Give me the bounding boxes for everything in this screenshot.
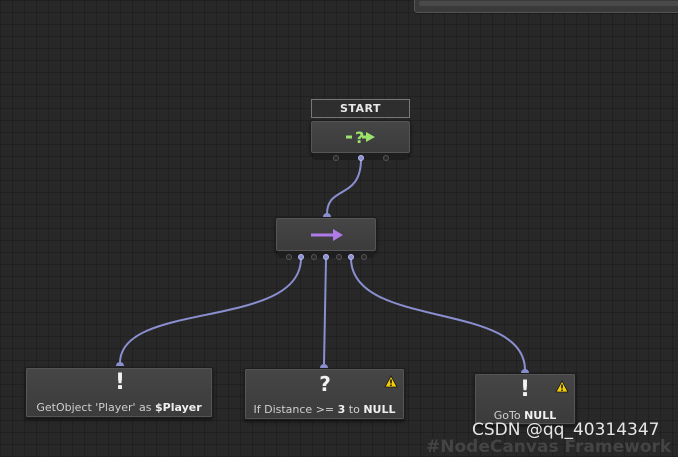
action-exclamation-icon: ! [114, 370, 126, 395]
ifdistance-condition-node[interactable]: ? If Distance >= 3 to NULL [244, 368, 405, 420]
start-label: START [311, 99, 410, 118]
wire-sequencer-to-goto [350, 257, 526, 371]
sequencer-port-6[interactable] [348, 254, 354, 260]
goto-action-node[interactable]: ! GoTo NULL [474, 373, 576, 425]
sequencer-port-2[interactable] [298, 254, 304, 260]
sequencer-port-1[interactable] [286, 254, 292, 260]
getobject-input-port[interactable] [116, 362, 124, 366]
warning-icon [384, 375, 398, 388]
sequencer-node[interactable] [275, 217, 377, 252]
action-exclamation-icon: ! [519, 377, 531, 402]
sequencer-port-5[interactable] [336, 254, 342, 260]
right-arrow-icon [311, 229, 343, 241]
sequencer-port-4[interactable] [323, 254, 329, 260]
sequencer-port-3[interactable] [311, 254, 317, 260]
start-node[interactable]: ? [310, 120, 411, 154]
warning-icon [555, 380, 569, 393]
condition-question-icon: ? [319, 372, 331, 396]
start-port-1[interactable] [333, 155, 339, 161]
ifdistance-caption: If Distance >= 3 to NULL [253, 403, 396, 416]
getobject-action-node[interactable]: ! GetObject 'Player' as $Player [25, 367, 213, 418]
sequencer-port-7[interactable] [361, 254, 367, 260]
getobject-caption: GetObject 'Player' as $Player [36, 401, 202, 414]
start-port-3[interactable] [383, 155, 389, 161]
csdn-watermark: CSDN @qq_40314347 [472, 420, 660, 440]
wire-sequencer-to-getobject [119, 257, 302, 364]
start-arrow-icon: ? [346, 128, 375, 146]
start-port-2[interactable] [358, 155, 364, 161]
wire-start-to-sequencer [326, 158, 362, 215]
wire-sequencer-to-ifdistance [323, 257, 327, 365]
